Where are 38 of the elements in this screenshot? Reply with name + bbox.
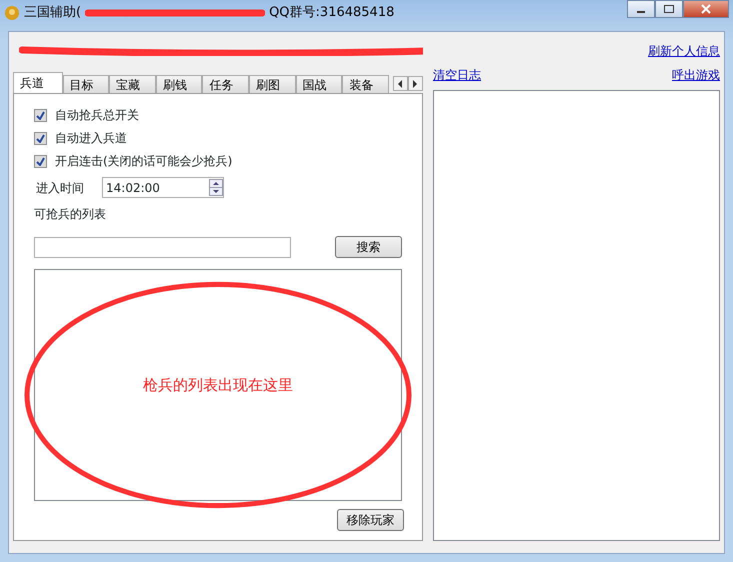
tab[interactable]: 装备 — [342, 75, 389, 93]
tab[interactable]: 宝藏 — [109, 75, 156, 93]
maximize-icon — [664, 5, 674, 13]
tab[interactable]: 任务 — [202, 75, 250, 93]
qq-group-text: QQ群号:316485418 — [269, 4, 394, 22]
checkbox-label: 自动进入兵道 — [55, 130, 127, 147]
checkbox-label: 开启连击(关闭的话可能会少抢兵) — [55, 153, 232, 170]
minimize-icon — [637, 11, 645, 13]
maximize-button[interactable] — [655, 0, 683, 18]
time-label: 进入时间 — [35, 180, 85, 196]
scroll-left-button[interactable] — [392, 76, 408, 91]
checkbox[interactable] — [34, 108, 47, 122]
remove-player-button[interactable]: 移除玩家 — [337, 509, 404, 531]
tab[interactable]: 兵道 — [13, 72, 63, 93]
scroll-right-button[interactable] — [408, 76, 423, 91]
window-title: 三国辅助( — [24, 4, 82, 22]
left-arrow-icon — [397, 80, 404, 88]
search-field[interactable] — [34, 236, 291, 258]
checkbox[interactable] — [34, 132, 47, 144]
tab[interactable]: 国战 — [296, 75, 342, 93]
tab[interactable]: 刷图 — [249, 75, 296, 93]
tab[interactable]: 刷钱 — [156, 75, 202, 93]
annotation-text: 枪兵的列表出现在这里 — [143, 374, 293, 396]
close-icon — [701, 4, 711, 14]
list-label: 可抢兵的列表 — [34, 206, 107, 223]
show-game-link[interactable]: 呼出游戏 — [672, 66, 720, 84]
tab[interactable]: 目标 — [62, 75, 110, 93]
time-spinner[interactable]: 14:02:00 — [102, 177, 224, 198]
right-arrow-icon — [412, 80, 418, 88]
minimize-button[interactable] — [627, 0, 655, 18]
checkbox-label: 自动抢兵总开关 — [55, 107, 139, 124]
refresh-info-link[interactable]: 刷新个人信息 — [648, 42, 720, 60]
clear-log-link[interactable]: 清空日志 — [433, 66, 481, 84]
close-button[interactable] — [683, 0, 729, 18]
search-button[interactable]: 搜索 — [335, 236, 402, 258]
app-icon — [4, 4, 20, 20]
player-list[interactable]: 枪兵的列表出现在这里 — [34, 269, 402, 501]
checkbox[interactable] — [34, 154, 47, 168]
